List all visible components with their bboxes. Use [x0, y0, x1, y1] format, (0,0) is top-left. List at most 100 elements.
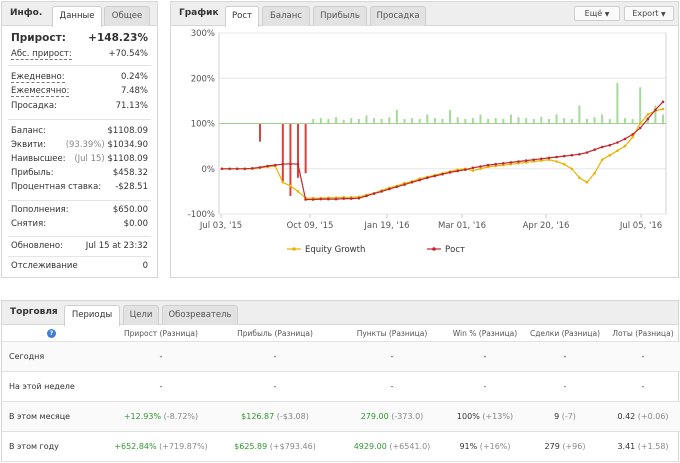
equity-growth-point [289, 184, 292, 188]
growth-chart[interactable]: 300% 200% 100% 0% -100%Jul 03, '15 Oct 09, '1… [171, 27, 678, 277]
col-lots: Лоты (Разница) [606, 326, 680, 342]
legend-growth-label: Рост [445, 245, 465, 255]
x-tick-label: Jul 05, '16 [619, 221, 662, 231]
balance-row: Баланс: $1108.09 [11, 126, 148, 138]
profit-bar [426, 114, 429, 124]
x-tick-label: Jul 03, '15 [199, 221, 242, 231]
table-row: Сегодня - - - - - - [2, 341, 680, 372]
export-button[interactable]: Export ▼ [624, 6, 674, 21]
profit-bar [357, 118, 360, 124]
pips-cell: - [390, 351, 394, 361]
growth-point [403, 183, 406, 186]
growth-point [646, 117, 650, 121]
info-title: Инфо. [10, 8, 43, 18]
profit-bar [631, 118, 634, 124]
growth-point [502, 162, 505, 165]
pips-diff: (-373.0) [391, 411, 424, 421]
trading-tabbar: Торговля Периоды Цели Обозреватель [2, 301, 678, 326]
tab-general[interactable]: Общее [104, 6, 150, 26]
lots-cell: - [641, 351, 645, 361]
profit-bar [547, 118, 550, 124]
legend-growth-marker [432, 247, 436, 251]
divider [8, 256, 151, 257]
growth-point [235, 167, 239, 171]
equity-value: $1034.90 [107, 140, 148, 150]
col-win: Win % (Разница) [446, 326, 524, 342]
profit-bar [259, 123, 262, 142]
growth-point [479, 165, 482, 168]
growth-point [410, 181, 414, 184]
deposits-value: $650.00 [112, 205, 148, 215]
equity-growth-point [646, 113, 650, 116]
x-tick-label: Mar 01, '16 [438, 221, 486, 231]
win-cell: - [483, 351, 487, 361]
help-icon[interactable]: ? [47, 329, 56, 339]
tab-balance[interactable]: Баланс [262, 6, 310, 26]
y-tick-label: 0% [202, 165, 216, 175]
profit-bar [578, 105, 581, 124]
growth-point [532, 158, 535, 161]
profit-bar [411, 118, 414, 124]
tab-growth[interactable]: Рост [225, 6, 259, 27]
growth-point [350, 197, 353, 200]
tab-goals[interactable]: Цели [123, 305, 159, 325]
chevron-down-icon: ▼ [661, 11, 666, 18]
profit-bar [456, 117, 459, 124]
monthly-row: Ежемесячно: 7.48% [11, 86, 148, 98]
profit-bar [525, 118, 528, 124]
growth-point [251, 167, 254, 170]
growth-point [266, 164, 269, 168]
daily-label[interactable]: Ежедневно: [11, 72, 65, 83]
growth-point [623, 137, 627, 141]
growth-point [357, 196, 361, 200]
tab-browser[interactable]: Обозреватель [162, 305, 238, 325]
growth-point [289, 162, 292, 166]
abs-gain-label[interactable]: Абс. прирост: [11, 49, 72, 60]
more-button[interactable]: Ещё ▼ [574, 6, 620, 21]
col-trades: Сделки (Разница) [524, 326, 606, 342]
col-gain: Прирост (Разница) [110, 326, 212, 342]
y-tick-label: 300% [191, 29, 215, 39]
profit-bar [350, 118, 353, 124]
info-tabbar: Инфо. Данные Общее [2, 2, 157, 27]
y-tick-label: 100% [191, 120, 215, 130]
gain-row: Прирост: +148.23% [11, 32, 148, 47]
updated-value: Jul 15 at 23:32 [85, 241, 148, 251]
profit-value: $458.32 [112, 168, 148, 178]
profit-bar [487, 118, 490, 124]
profit-bar [403, 118, 406, 124]
highest-value: $1108.09 [107, 154, 148, 164]
profit-bar [373, 118, 376, 124]
monthly-label[interactable]: Ежемесячно: [11, 86, 70, 97]
tab-data[interactable]: Данные [52, 6, 102, 27]
chart-panel: График Рост Баланс Прибыль Просадка Ещё … [170, 1, 679, 278]
growth-point [562, 154, 566, 158]
tab-profit[interactable]: Прибыль [313, 6, 367, 26]
balance-label: Баланс: [11, 126, 46, 136]
growth-point [464, 168, 467, 171]
profit-cell: $625.89 [234, 441, 268, 451]
trades-diff: (+96) [562, 441, 586, 451]
withdrawals-row: Снятия: $0.00 [11, 219, 148, 231]
y-tick-label: 200% [191, 74, 215, 84]
growth-point [593, 148, 596, 151]
profit-bar [585, 118, 588, 124]
equity-growth-point [631, 135, 634, 139]
chart-title: График [179, 8, 219, 18]
drawdown-label: Просадка: [11, 101, 57, 111]
growth-point [509, 161, 513, 164]
legend-equity-label: Equity Growth [305, 245, 365, 255]
profit-bar [570, 118, 573, 124]
profit-row: Прибыль: $458.32 [11, 168, 148, 180]
gain-value: +148.23% [88, 32, 148, 44]
info-panel: Инфо. Данные Общее Прирост: +148.23% Абс… [1, 1, 158, 278]
profit-bar [479, 114, 482, 124]
drawdown-value: 71.13% [115, 101, 148, 111]
tab-periods[interactable]: Периоды [64, 305, 120, 326]
profit-bar [418, 118, 421, 124]
tab-drawdown[interactable]: Просадка [370, 6, 426, 26]
profit-bar [281, 123, 284, 183]
profit-bar [639, 87, 642, 124]
periods-table: ? Прирост (Разница) Прибыль (Разница) Пу… [2, 326, 680, 462]
profit-bar [502, 118, 505, 124]
